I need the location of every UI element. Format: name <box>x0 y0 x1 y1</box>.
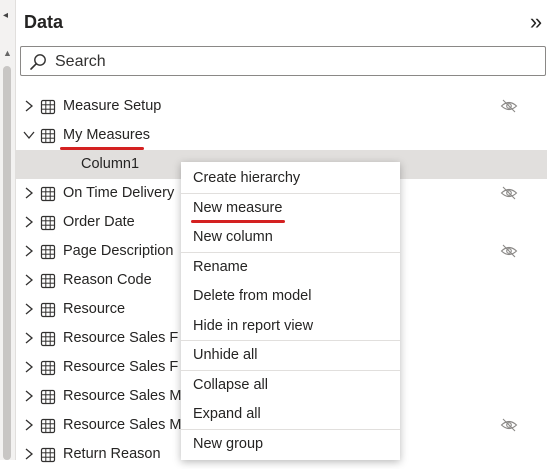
chevron-right-icon[interactable] <box>22 186 36 200</box>
chevron-right-icon[interactable] <box>22 244 36 258</box>
table-label: Measure Setup <box>63 98 162 114</box>
menu-item-new-measure[interactable]: New measure <box>181 194 400 223</box>
pane-title: Data <box>24 12 64 32</box>
hidden-eye-icon <box>500 99 518 113</box>
expand-left-arrow-icon[interactable]: ◂ <box>3 10 8 21</box>
hidden-eye-icon <box>500 244 518 258</box>
menu-item-expand-all[interactable]: Expand all <box>181 400 400 429</box>
table-icon <box>40 447 56 463</box>
menu-item-delete-from-model[interactable]: Delete from model <box>181 282 400 311</box>
menu-item-new-group[interactable]: New group <box>181 430 400 459</box>
table-label: Reason Code <box>63 272 152 288</box>
search-icon <box>30 54 46 70</box>
table-icon <box>40 215 56 231</box>
chevron-right-icon[interactable] <box>22 360 36 374</box>
data-pane: Data » Measure Setup My Measures Column1 On… <box>16 0 547 463</box>
chevron-down-icon[interactable] <box>22 128 36 142</box>
menu-item-new-column[interactable]: New column <box>181 223 400 252</box>
search-field[interactable] <box>20 46 546 76</box>
hidden-eye-icon <box>500 186 518 200</box>
chevron-right-icon[interactable] <box>22 99 36 113</box>
left-pane-strip: ◂ ▲ <box>0 0 16 460</box>
table-icon <box>40 331 56 347</box>
table-label: Return Reason <box>63 446 161 462</box>
table-label: Resource Sales F <box>63 359 179 375</box>
chevron-right-icon[interactable] <box>22 273 36 287</box>
table-icon <box>40 302 56 318</box>
table-icon <box>40 273 56 289</box>
table-label: On Time Delivery <box>63 185 175 201</box>
hidden-eye-icon <box>500 418 518 432</box>
scrollbar-thumb[interactable] <box>3 66 11 460</box>
table-icon <box>40 418 56 434</box>
chevron-right-icon[interactable] <box>22 418 36 432</box>
table-label: Page Description <box>63 243 174 259</box>
table-icon <box>40 99 56 115</box>
table-icon <box>40 389 56 405</box>
table-label: Resource <box>63 301 126 317</box>
search-input[interactable] <box>53 50 537 74</box>
table-label: Resource Sales M <box>63 417 182 433</box>
column-label: Column1 <box>81 156 140 172</box>
table-label: My Measures <box>63 127 151 143</box>
chevron-right-icon[interactable] <box>22 447 36 461</box>
context-menu: Create hierarchy New measure New column Ren… <box>181 162 400 460</box>
chevron-right-icon[interactable] <box>22 302 36 316</box>
table-label: Order Date <box>63 214 135 230</box>
table-label: Resource Sales F <box>63 330 179 346</box>
menu-item-rename[interactable]: Rename <box>181 253 400 282</box>
menu-item-collapse-all[interactable]: Collapse all <box>181 371 400 400</box>
chevron-right-icon[interactable] <box>22 389 36 403</box>
tree-table-item[interactable]: My Measures <box>16 121 547 150</box>
table-label: Resource Sales M <box>63 388 182 404</box>
table-icon <box>40 128 56 144</box>
menu-item-unhide-all[interactable]: Unhide all <box>181 341 400 370</box>
scroll-up-icon[interactable]: ▲ <box>3 48 12 58</box>
menu-item-hide-in-report-view[interactable]: Hide in report view <box>181 312 400 341</box>
chevron-right-icon[interactable] <box>22 331 36 345</box>
tree-table-item[interactable]: Measure Setup <box>16 92 547 121</box>
collapse-pane-icon[interactable]: » <box>525 10 547 36</box>
table-icon <box>40 244 56 260</box>
chevron-right-icon[interactable] <box>22 215 36 229</box>
table-icon <box>40 360 56 376</box>
menu-item-create-hierarchy[interactable]: Create hierarchy <box>181 164 400 193</box>
table-icon <box>40 186 56 202</box>
